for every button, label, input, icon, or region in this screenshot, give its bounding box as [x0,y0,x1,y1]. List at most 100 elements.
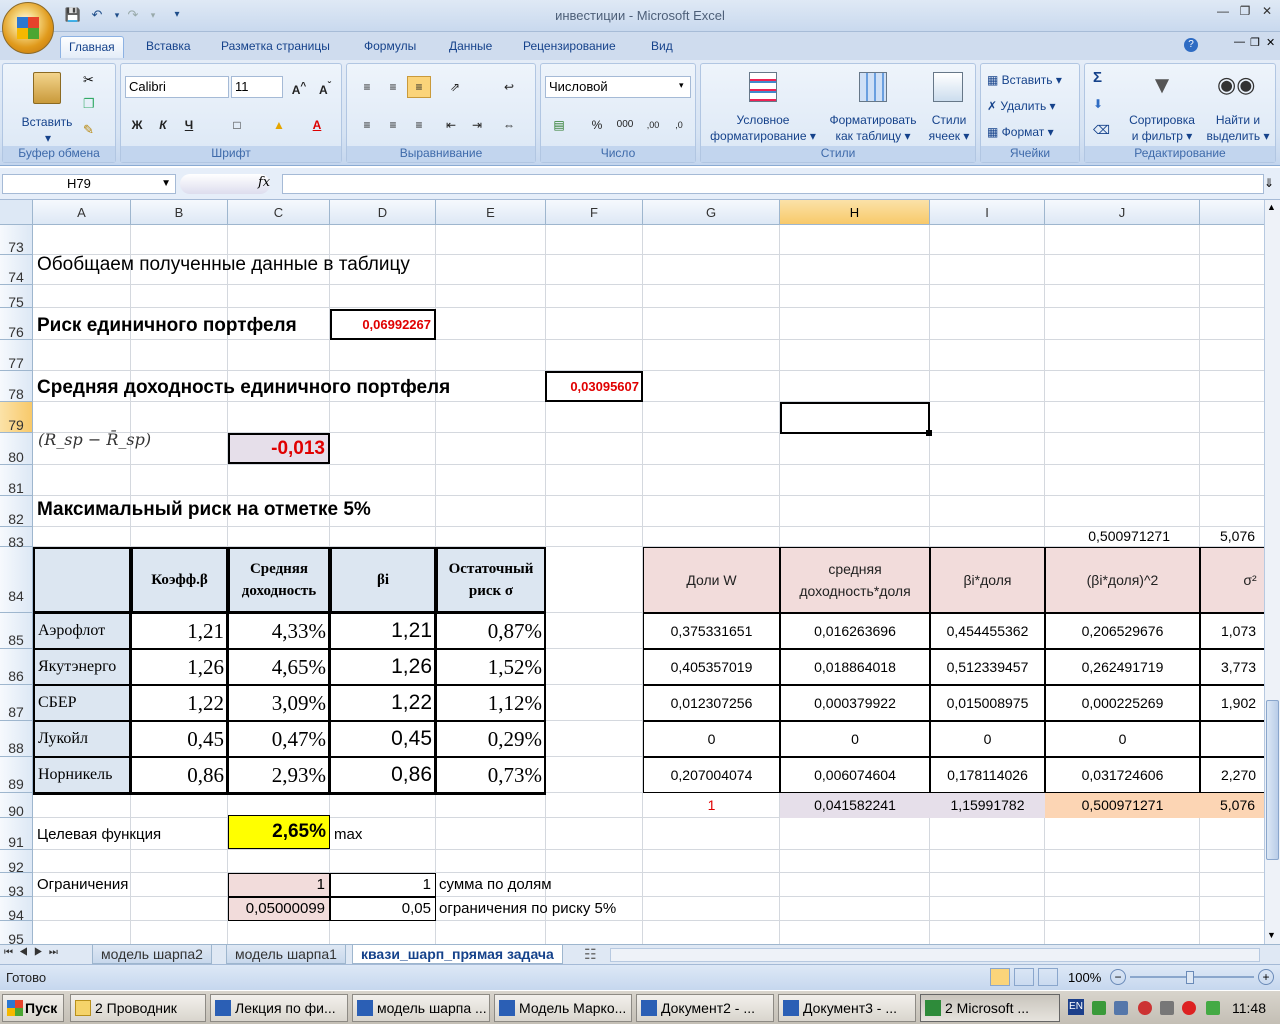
table2-cell[interactable]: 0 [930,721,1045,757]
cell-d91[interactable]: max [334,826,362,843]
autosum-button[interactable]: Σ [1093,70,1102,86]
scroll-down-icon[interactable]: ▼ [1267,930,1276,940]
workbook-restore-icon[interactable]: ❐ [1250,36,1260,49]
taskbar-item-excel[interactable]: 2 Microsoft ... [920,994,1060,1022]
table1-cell[interactable]: 4,65% [228,649,330,685]
table1-cell[interactable]: 0,29% [436,721,546,757]
find-select-button[interactable]: Найти и выделить ▾ [1203,112,1273,144]
cell-e94[interactable]: ограничения по риску 5% [439,900,616,917]
cell-a82[interactable]: Максимальный риск на отметке 5% [37,499,371,521]
tray-antivirus-icon[interactable] [1138,1001,1152,1015]
zoom-level[interactable]: 100% [1068,970,1101,985]
table2-cell[interactable]: 0,207004074 [643,757,780,793]
tab-home[interactable]: Главная [60,36,124,58]
tray-display-icon[interactable] [1114,1001,1128,1015]
font-size-box[interactable]: 11 [231,76,283,98]
insert-cells-button[interactable]: ▦ Вставить ▾ [987,72,1062,88]
close-button[interactable]: ✕ [1256,2,1278,20]
table2-cell[interactable]: 0,454455362 [930,613,1045,649]
column-header[interactable]: E [436,200,546,225]
language-indicator[interactable]: EN [1068,999,1084,1015]
table2-cell[interactable]: 0,206529676 [1045,613,1200,649]
expand-formula-bar-icon[interactable]: ⇓ [1264,176,1274,190]
format-as-table-icon[interactable] [859,72,887,102]
cell-a74[interactable]: Обобщаем полученные данные в таблицу [37,254,410,276]
fill-handle[interactable] [926,430,932,436]
grow-font-icon[interactable]: A^ [287,76,311,98]
page-layout-view-icon[interactable] [1014,968,1034,986]
cell-c94[interactable]: 0,05000099 [228,897,330,921]
column-header[interactable]: B [131,200,228,225]
taskbar-item-word3[interactable]: Модель Марко... [494,994,632,1022]
cell-c80[interactable]: -0,013 [228,433,330,464]
vertical-scrollbar[interactable]: ▲ ▼ [1264,200,1280,944]
zoom-out-icon[interactable]: − [1110,969,1126,985]
zoom-in-icon[interactable]: + [1258,969,1274,985]
table2-cell[interactable]: 3,773 [1200,649,1264,685]
row-header[interactable]: 82 [0,496,33,527]
row-header[interactable]: 85 [0,613,33,649]
cell-a91[interactable]: Целевая функция [37,826,161,843]
column-header[interactable]: H [780,200,930,225]
table1-cell[interactable]: 1,22 [131,685,228,721]
tab-review[interactable]: Рецензирование [523,38,616,60]
table2-cell[interactable]: 0,031724606 [1045,757,1200,793]
table1-cell[interactable]: 1,52% [436,649,546,685]
sheet-tab-model-sharpa1[interactable]: модель шарпа1 [226,945,346,964]
sheet-nav-icons[interactable]: ⏮◀▶⏭ [4,947,64,958]
merge-center-icon[interactable]: ⇔ [497,114,521,136]
table1-header[interactable]: Средняя доходность [228,547,330,613]
table1-cell[interactable]: 0,86 [131,757,228,793]
table1-cell[interactable]: 1,22 [330,685,436,721]
tab-page-layout[interactable]: Разметка страницы [221,38,330,60]
table2-header[interactable]: βi*доля [930,547,1045,613]
clear-icon[interactable]: ⌫ [1093,122,1110,138]
row-header[interactable]: 80 [0,433,33,465]
table1-header[interactable]: Коэфф.β [131,547,228,613]
align-bottom-icon[interactable]: ≡ [407,76,431,98]
row-header[interactable]: 75 [0,285,33,310]
table2-cell[interactable]: 0 [643,721,780,757]
row-header[interactable]: 92 [0,850,33,875]
insert-sheet-icon[interactable]: ☷ [584,946,597,963]
format-cells-button[interactable]: ▦ Формат ▾ [987,124,1054,140]
horizontal-scrollbar[interactable] [610,948,1260,962]
copy-icon[interactable]: ❐ [83,96,95,112]
font-color-icon[interactable]: A [305,114,329,136]
table1-name[interactable]: Норникель [33,757,131,793]
currency-icon[interactable]: ▤ [547,114,571,136]
tab-view[interactable]: Вид [651,38,673,60]
table1-name[interactable]: Якутэнерго [33,649,131,685]
binoculars-icon[interactable]: ◉◉ [1217,72,1255,102]
row-header[interactable]: 84 [0,547,33,613]
number-format-dropdown-icon[interactable]: ▾ [679,80,684,91]
row-header[interactable]: 93 [0,873,33,899]
row-header[interactable]: 81 [0,465,33,496]
cell-f78[interactable]: 0,03095607 [545,371,643,402]
restore-button[interactable]: ❐ [1234,2,1256,20]
table2-cell[interactable]: 0 [1045,721,1200,757]
row-header[interactable]: 83 [0,527,33,550]
tray-app-icon[interactable] [1182,1001,1196,1015]
table1-cell[interactable]: 0,47% [228,721,330,757]
cell-styles-button[interactable]: Стили ячеек ▾ [923,112,975,144]
align-left-icon[interactable]: ≡ [355,114,379,136]
help-icon[interactable]: ? [1184,38,1198,52]
table1-header-empty[interactable] [33,547,131,613]
table2-header[interactable]: σ² [1200,547,1264,613]
cell-c93[interactable]: 1 [228,873,330,897]
percent-button[interactable]: % [585,114,609,136]
table2-cell[interactable]: 0,405357019 [643,649,780,685]
font-name-box[interactable]: Calibri [125,76,229,98]
table1-cell[interactable]: 0,45 [330,721,436,757]
paste-icon[interactable] [33,72,61,104]
cell-a93[interactable]: Ограничения [37,876,128,893]
table2-cell[interactable]: 0,006074604 [780,757,930,793]
format-as-table-button[interactable]: Форматировать как таблицу ▾ [821,112,925,144]
normal-view-icon[interactable] [990,968,1010,986]
formula-input[interactable] [282,174,1264,194]
increase-decimal-icon[interactable]: ,00 [641,114,665,136]
table1-header[interactable]: βi [330,547,436,613]
sort-filter-button[interactable]: Сортировка и фильтр ▾ [1123,112,1201,144]
table2-total-beta-sq[interactable]: 0,500971271 [1045,793,1200,818]
